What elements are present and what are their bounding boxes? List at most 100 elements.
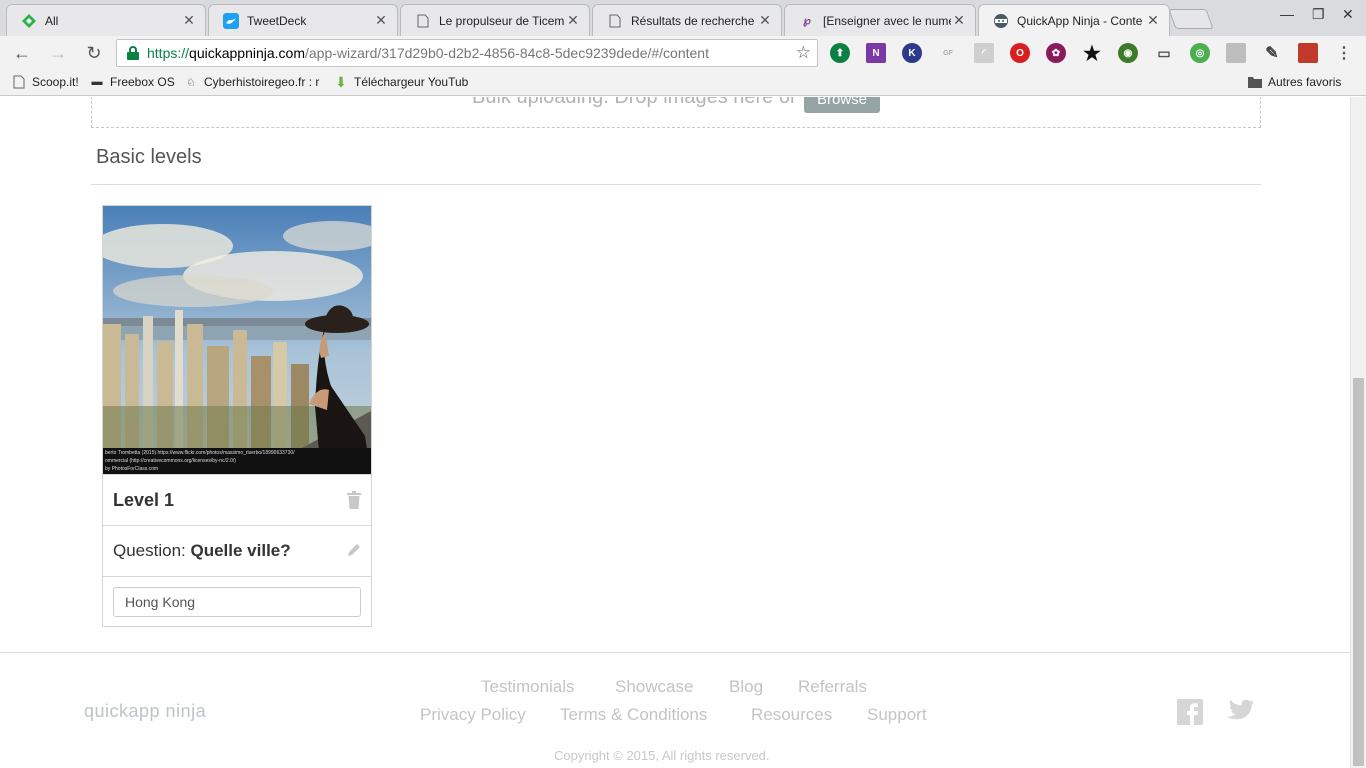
minimize-icon[interactable]: — [1280,6,1294,22]
back-arrow-icon[interactable]: ← [10,41,34,65]
facebook-icon[interactable] [1177,699,1203,725]
scrollbar-thumb[interactable] [1353,378,1364,766]
turtle-extension-icon[interactable]: ◉ [1118,43,1138,63]
url-host: quickappninja.com [189,45,305,61]
bookmark-label: Cyberhistoiregeo.fr : r [204,75,320,89]
tab-quickappninja[interactable]: QuickApp Ninja - Conte ✕ [978,4,1170,36]
tab-tweetdeck[interactable]: TweetDeck ✕ [208,4,398,36]
window-close-icon[interactable]: ✕ [1342,6,1354,23]
tab-title: TweetDeck [247,13,307,28]
other-bookmarks-label: Autres favoris [1268,75,1342,89]
tab-enseigner[interactable]: ℘ [Enseigner avec le numé ✕ [784,4,976,36]
tab-title: All [45,13,59,28]
page-icon [415,13,431,29]
tab-title: [Enseigner avec le numé [823,13,951,28]
close-icon[interactable]: ✕ [565,12,581,29]
page-scrollbar[interactable] [1350,97,1366,768]
footer-link-showcase[interactable]: Showcase [615,677,693,697]
page-icon [12,75,26,89]
credit-line: ommercial (http://creativecommons.org/li… [105,458,236,464]
new-tab-button[interactable] [1168,9,1214,29]
opera-icon[interactable]: O [1010,43,1030,63]
bookmark-scoopit[interactable]: Scoop.it! [12,75,79,89]
close-icon[interactable]: ✕ [181,12,197,29]
menu-icon[interactable]: ⋮ [1334,43,1354,63]
copyright: Copyright © 2015, All rights reserved. [554,748,770,763]
url-scheme: https:// [147,45,190,61]
address-bar[interactable]: https://quickappninja.com/app-wizard/317… [116,39,818,67]
footer-link-referrals[interactable]: Referrals [798,677,867,697]
level-title: Level 1 [113,490,175,510]
level-card: berto Trombetta (2015) https://www.flick… [102,205,372,627]
star-extension-icon[interactable]: ★ [1082,43,1102,65]
credit-line: by PhotosForClass.com [105,466,159,472]
bookmark-label: Téléchargeur YouTub [354,75,469,89]
tab-title: QuickApp Ninja - Conte [1017,13,1143,28]
k-extension-icon[interactable]: K [902,43,922,63]
browse-button[interactable]: Browse [804,97,880,113]
credit-line: berto Trombetta (2015) https://www.flick… [105,450,295,456]
extension-green-icon[interactable]: ⬆ [830,43,850,63]
grey-square-extension-icon[interactable] [1226,43,1246,63]
freebox-icon: ▬ [91,76,103,88]
footer-link-terms[interactable]: Terms & Conditions [560,705,707,725]
wolf-icon: ♘ [186,76,196,89]
footer-link-blog[interactable]: Blog [729,677,763,697]
bookmark-cyberhistoiregeo[interactable]: ♘ Cyberhistoiregeo.fr : r [184,75,319,89]
flower-extension-icon[interactable]: ✿ [1046,43,1066,63]
pen-extension-icon[interactable]: ✎ [1262,43,1282,63]
feedly-icon [21,13,37,29]
download-arrow-icon: ⬇ [335,73,347,90]
url-path: /app-wizard/317d29b0-d2b2-4856-84c8-5dec… [305,45,709,61]
answer-row [103,576,371,627]
footer-link-resources[interactable]: Resources [751,705,832,725]
grey-extension-icon[interactable]: GF [938,43,958,63]
question-text: Question: Quelle ville? [113,541,291,561]
twitter-icon[interactable] [1225,699,1255,725]
footer-link-support[interactable]: Support [867,705,927,725]
tab-strip: All ✕ TweetDeck ✕ Le propulseur de Ticem… [0,0,1366,36]
answer-input[interactable] [113,587,361,617]
dropzone-text: Bulk uploading. Drop images here or [472,97,797,108]
question-label: Question: [113,541,186,560]
tab-propulseur[interactable]: Le propulseur de Ticem ✕ [400,4,590,36]
forward-arrow-icon[interactable]: → [46,41,70,65]
close-icon[interactable]: ✕ [1145,12,1161,29]
bookmark-label: Scoop.it! [32,75,79,89]
trash-icon[interactable] [347,491,361,509]
restore-icon[interactable]: ❐ [1312,6,1325,23]
level-image[interactable]: berto Trombetta (2015) https://www.flick… [103,206,371,474]
red-book-extension-icon[interactable] [1298,43,1318,63]
other-bookmarks[interactable]: Autres favoris [1248,75,1341,89]
cast-icon[interactable]: ▭ [1154,43,1174,63]
tab-title: Le propulseur de Ticem [439,13,565,28]
question-value: Quelle ville? [190,541,291,560]
eye-extension-icon[interactable]: ◎ [1190,43,1210,63]
tweetdeck-icon [223,12,239,29]
footer-link-privacy[interactable]: Privacy Policy [420,705,526,725]
footer: quickapp ninja Testimonials Showcase Blo… [0,652,1350,768]
onenote-icon[interactable]: N [866,43,886,63]
question-row: Question: Quelle ville? [103,525,371,576]
bookmark-youtube-downloader[interactable]: ⬇ Téléchargeur YouTub [334,73,469,90]
tab-resultats[interactable]: Résultats de recherche ✕ [592,4,782,36]
section-title: Basic levels [96,146,202,168]
image-dropzone[interactable]: Bulk uploading. Drop images here or Brow… [91,97,1261,128]
bookmark-star-icon[interactable]: ☆ [796,43,811,63]
footer-link-testimonials[interactable]: Testimonials [481,677,575,697]
ninja-icon [993,13,1009,29]
bookmark-freebox[interactable]: ▬ Freebox OS [90,75,175,89]
bookmarks-bar: Scoop.it! ▬ Freebox OS ♘ Cyberhistoirege… [0,70,1366,96]
pencil-icon[interactable] [347,543,361,557]
rss-icon[interactable]: ◜ [974,43,994,63]
close-icon[interactable]: ✕ [757,12,773,29]
tab-all[interactable]: All ✕ [6,4,206,36]
tab-title: Résultats de recherche [631,13,755,28]
page-content: Bulk uploading. Drop images here or Brow… [0,97,1350,768]
site-icon: ℘ [803,15,811,27]
close-icon[interactable]: ✕ [373,12,389,29]
reload-icon[interactable]: ↻ [82,41,106,65]
close-icon[interactable]: ✕ [951,12,967,29]
level-title-row: Level 1 [103,474,371,525]
image-credit: berto Trombetta (2015) https://www.flick… [103,448,371,474]
